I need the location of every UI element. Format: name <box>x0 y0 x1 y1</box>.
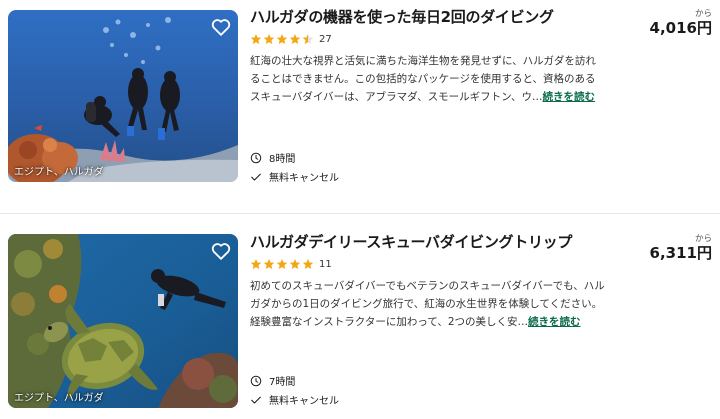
sea-turtle-reef-photo <box>8 234 238 408</box>
star-icon <box>302 259 314 269</box>
cancellation-row: 無料キャンセル <box>250 167 339 186</box>
star-icon <box>263 259 275 269</box>
price-from-label: から <box>694 9 712 19</box>
listing-meta: 7時間 無料キャンセル <box>250 371 339 409</box>
price-block: から 4,016円 <box>650 9 712 37</box>
cancellation-row: 無料キャンセル <box>250 390 339 409</box>
cancellation-text: 無料キャンセル <box>269 173 339 184</box>
rating: 27 <box>250 32 610 46</box>
heart-icon[interactable] <box>210 16 232 38</box>
duration-row: 7時間 <box>250 371 339 390</box>
listing-separator <box>0 213 720 214</box>
star-icon <box>250 34 262 44</box>
star-icon <box>263 34 275 44</box>
duration-text: 7時間 <box>269 377 296 388</box>
price-from-label: から <box>694 234 712 244</box>
star-half-icon <box>302 34 314 44</box>
listing-title[interactable]: ハルガダの機器を使った毎日2回のダイビング <box>250 7 610 27</box>
read-more-link[interactable]: 続きを読む <box>543 91 596 103</box>
check-icon <box>251 173 261 181</box>
clock-icon <box>250 152 262 163</box>
duration-text: 8時間 <box>269 154 296 165</box>
listing-title[interactable]: ハルガダデイリースキューバダイビングトリップ <box>250 232 610 252</box>
star-icon <box>289 259 301 269</box>
star-rating <box>250 33 314 45</box>
listing-description: 紅海の壮大な視界と活気に満ちた海洋生物を発見せずに、ハルガダを訪れることはできま… <box>250 52 606 106</box>
rating: 11 <box>250 257 610 271</box>
listing-description: 初めてのスキューバダイバーでもベテランのスキューバダイバーでも、ハルガダからの1… <box>250 277 606 331</box>
review-count: 11 <box>319 258 332 270</box>
listing-info: ハルガダの機器を使った毎日2回のダイビング 27 紅海の壮大な視界と活気に満ちた… <box>250 7 610 106</box>
price-amount: 6,311円 <box>649 244 712 262</box>
clock-icon <box>250 375 262 386</box>
star-icon <box>276 34 288 44</box>
listing-info: ハルガダデイリースキューバダイビングトリップ 11 初めてのスキューバダイバーで… <box>250 232 610 331</box>
cancellation-text: 無料キャンセル <box>269 396 339 407</box>
star-icon <box>250 259 262 269</box>
listing-meta: 8時間 無料キャンセル <box>250 148 339 186</box>
price-amount: 4,016円 <box>649 19 712 37</box>
read-more-link[interactable]: 続きを読む <box>528 316 581 328</box>
heart-icon[interactable] <box>210 240 232 262</box>
listing-card[interactable]: エジプト、ハルガダ ハルガダデイリースキューバダイビングトリップ 11 初めての… <box>0 222 720 419</box>
review-count: 27 <box>319 33 332 45</box>
check-icon <box>251 396 261 404</box>
star-rating <box>250 258 314 270</box>
location-label: エジプト、ハルガダ <box>14 393 104 404</box>
duration-row: 8時間 <box>250 148 339 167</box>
listing-image[interactable]: エジプト、ハルガダ <box>8 234 238 408</box>
star-icon <box>276 259 288 269</box>
listing-image[interactable]: エジプト、ハルガダ <box>8 10 238 182</box>
underwater-divers-photo <box>8 10 238 182</box>
listing-card[interactable]: エジプト、ハルガダ ハルガダの機器を使った毎日2回のダイビング 27 紅海の壮大… <box>0 0 720 205</box>
location-label: エジプト、ハルガダ <box>14 167 104 178</box>
star-icon <box>289 34 301 44</box>
price-block: から 6,311円 <box>650 234 712 262</box>
